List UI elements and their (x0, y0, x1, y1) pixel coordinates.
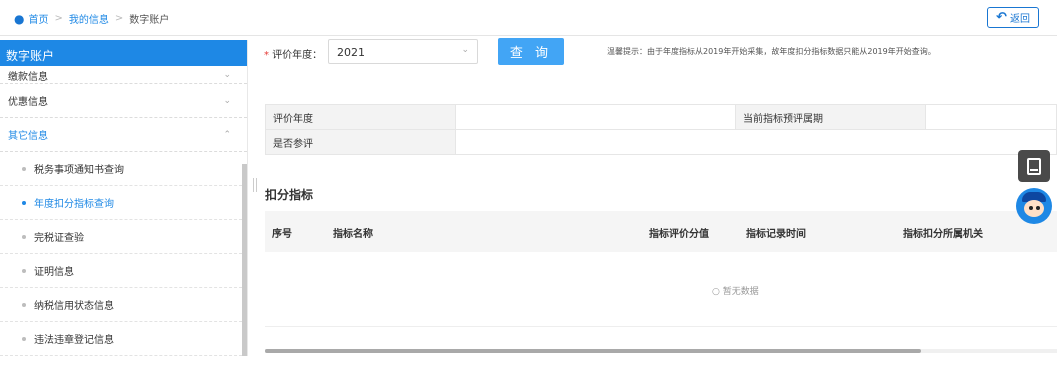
sidebar-group-label: 其它信息 (8, 131, 48, 142)
back-button-label: 返回 (1009, 14, 1030, 25)
location-pin-icon: ● (14, 11, 25, 26)
sidebar-item-label: 违法违章登记信息 (34, 335, 114, 346)
pre-eval-period-value (925, 104, 1057, 130)
chevron-down-icon: ⌄ (223, 69, 231, 80)
sidebar-group-other[interactable]: 其它信息 ⌃ (0, 118, 247, 152)
chevron-down-icon: ⌄ (461, 45, 469, 55)
year-label-text: 评价年度： (272, 50, 323, 61)
breadcrumb-home-link[interactable]: 首页 (28, 11, 48, 26)
bullet-icon (22, 234, 26, 239)
breadcrumb-separator: > (114, 13, 124, 24)
breadcrumb-my-info-link[interactable]: 我的信息 (69, 11, 109, 26)
bullet-icon (22, 302, 26, 307)
empty-state-text: ○ 暂无数据 (712, 284, 759, 297)
breadcrumb-separator: > (54, 13, 63, 24)
year-field-label: * 评价年度： (264, 46, 322, 61)
column-header: 指标评价分值 (649, 229, 709, 240)
participate-value (455, 129, 1057, 155)
sidebar-item-label: 证明信息 (34, 267, 74, 278)
main-content: * 评价年度： 2021 ⌄ 查 询 温馨提示：由于年度指标从2019年开始采集… (262, 36, 1057, 368)
sidebar-item-tax-notice[interactable]: 税务事项通知书查询 (0, 152, 247, 186)
table-row: 是否参评 (265, 129, 1057, 155)
empty-label: 暂无数据 (722, 287, 759, 297)
sidebar-item-violation-record[interactable]: 违法违章登记信息 (0, 322, 247, 356)
horizontal-scrollbar[interactable] (265, 349, 1057, 353)
bullet-icon (22, 268, 26, 273)
sidebar-item-label: 完税证查验 (34, 233, 84, 244)
section-title: 扣分指标 (265, 188, 314, 202)
bullet-icon (22, 336, 26, 341)
sidebar-item-credit-status[interactable]: 纳税信用状态信息 (0, 288, 247, 322)
eval-year-value (455, 104, 736, 130)
assistant-avatar[interactable] (1016, 188, 1052, 224)
book-icon[interactable] (1018, 150, 1050, 182)
summary-table: 评价年度 当前指标预评属期 是否参评 (265, 104, 1057, 155)
resize-handle[interactable] (253, 178, 257, 192)
empty-state: ○ 暂无数据 (265, 252, 1057, 327)
sidebar-group-payment[interactable]: 缴款信息 ⌄ (0, 66, 247, 84)
year-select[interactable]: 2021 ⌄ (328, 39, 478, 64)
sidebar-item-tax-certificate-check[interactable]: 完税证查验 (0, 220, 247, 254)
required-mark: * (264, 50, 269, 61)
table-row: 评价年度 当前指标预评属期 (265, 104, 1057, 130)
breadcrumb-current: 数字账户 (129, 15, 170, 26)
sidebar-item-label: 税务事项通知书查询 (34, 165, 124, 176)
chevron-up-icon: ⌃ (223, 129, 231, 140)
top-bar: ● 首页 > 我的信息 > 数字账户 ↶ 返回 (0, 0, 1057, 36)
sidebar-scrollbar[interactable] (242, 164, 247, 356)
back-arrow-icon: ↶ (996, 10, 1007, 25)
sidebar-item-label: 纳税信用状态信息 (34, 301, 114, 312)
sidebar-item-label: 年度扣分指标查询 (34, 199, 114, 210)
sidebar-group-label: 优惠信息 (8, 97, 48, 108)
sidebar-item-annual-deduction[interactable]: 年度扣分指标查询 (0, 186, 247, 220)
sidebar-title: 数字账户 (0, 40, 247, 66)
column-header: 序号 (272, 229, 292, 240)
pre-eval-period-label: 当前指标预评属期 (735, 104, 926, 130)
sidebar-item-proof-info[interactable]: 证明信息 (0, 254, 247, 288)
empty-circle-icon: ○ (712, 287, 720, 297)
column-header: 指标记录时间 (746, 229, 806, 240)
participate-label: 是否参评 (265, 129, 456, 155)
scrollbar-thumb[interactable] (265, 349, 921, 353)
hint-text: 温馨提示：由于年度指标从2019年开始采集，故年度扣分指标数据只能从2019年开… (607, 47, 936, 56)
grid-header: 序号 指标名称 指标评价分值 指标记录时间 指标扣分所属机关 (265, 211, 1057, 252)
sidebar-group-preferential[interactable]: 优惠信息 ⌄ (0, 84, 247, 118)
bullet-icon (22, 200, 26, 205)
chevron-down-icon: ⌄ (223, 95, 231, 106)
column-header: 指标扣分所属机关 (903, 229, 983, 240)
bullet-icon (22, 166, 26, 171)
breadcrumb: ● 首页 > 我的信息 > 数字账户 (14, 11, 170, 27)
year-select-value: 2021 (337, 46, 365, 59)
back-button[interactable]: ↶ 返回 (987, 7, 1039, 28)
column-header: 指标名称 (333, 229, 373, 240)
sidebar: 数字账户 缴款信息 ⌄ 优惠信息 ⌄ 其它信息 ⌃ 税务事项通知书查询 年度扣分… (0, 40, 248, 356)
sidebar-group-label: 缴款信息 (8, 72, 48, 83)
eval-year-label: 评价年度 (265, 104, 456, 130)
query-button[interactable]: 查 询 (498, 38, 564, 65)
